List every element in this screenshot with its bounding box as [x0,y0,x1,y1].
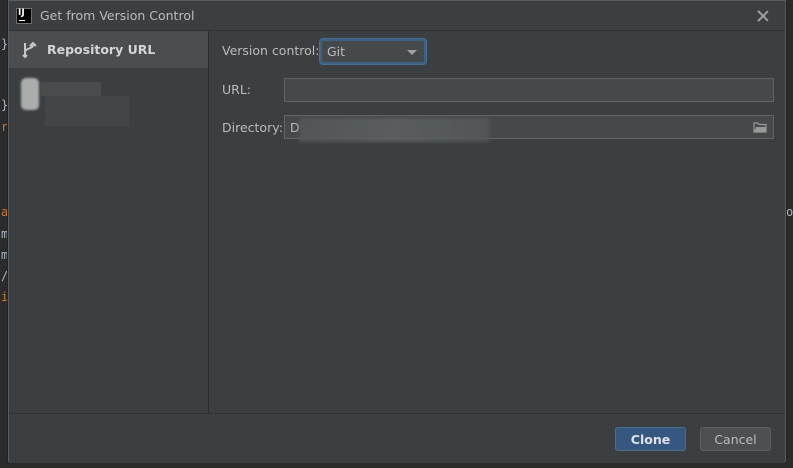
url-input[interactable] [284,78,774,102]
redacted-path [299,118,489,142]
folder-icon[interactable] [753,120,767,134]
cancel-button[interactable]: Cancel [700,427,771,451]
version-control-label: Version control: [222,43,320,58]
title-bar: Get from Version Control [9,1,785,31]
url-row: URL: [222,82,251,97]
version-control-select[interactable]: Git [320,39,426,64]
dialog-footer: Clone Cancel [9,413,785,463]
version-control-value: Git [327,44,346,59]
sidebar: Repository URL [9,31,209,413]
redacted-account[interactable] [21,78,129,126]
directory-label: Directory: [222,120,283,135]
close-icon[interactable] [755,8,771,24]
directory-input[interactable]: D [284,115,774,142]
intellij-icon [16,7,32,24]
clone-button[interactable]: Clone [615,427,686,451]
window-title: Get from Version Control [40,8,195,23]
bg-glyph: o [786,205,793,219]
sidebar-item-label: Repository URL [47,42,156,57]
sidebar-item-repository-url[interactable]: Repository URL [9,31,208,68]
get-from-vcs-dialog: Get from Version Control Repository URL … [8,0,786,463]
form-panel: Version control: Git URL: Directory: D [210,31,785,413]
version-control-row: Version control: [222,43,319,58]
chevron-down-icon [407,50,417,55]
vcs-branch-icon [22,41,37,58]
directory-row: Directory: [222,120,283,135]
url-label: URL: [222,82,252,97]
